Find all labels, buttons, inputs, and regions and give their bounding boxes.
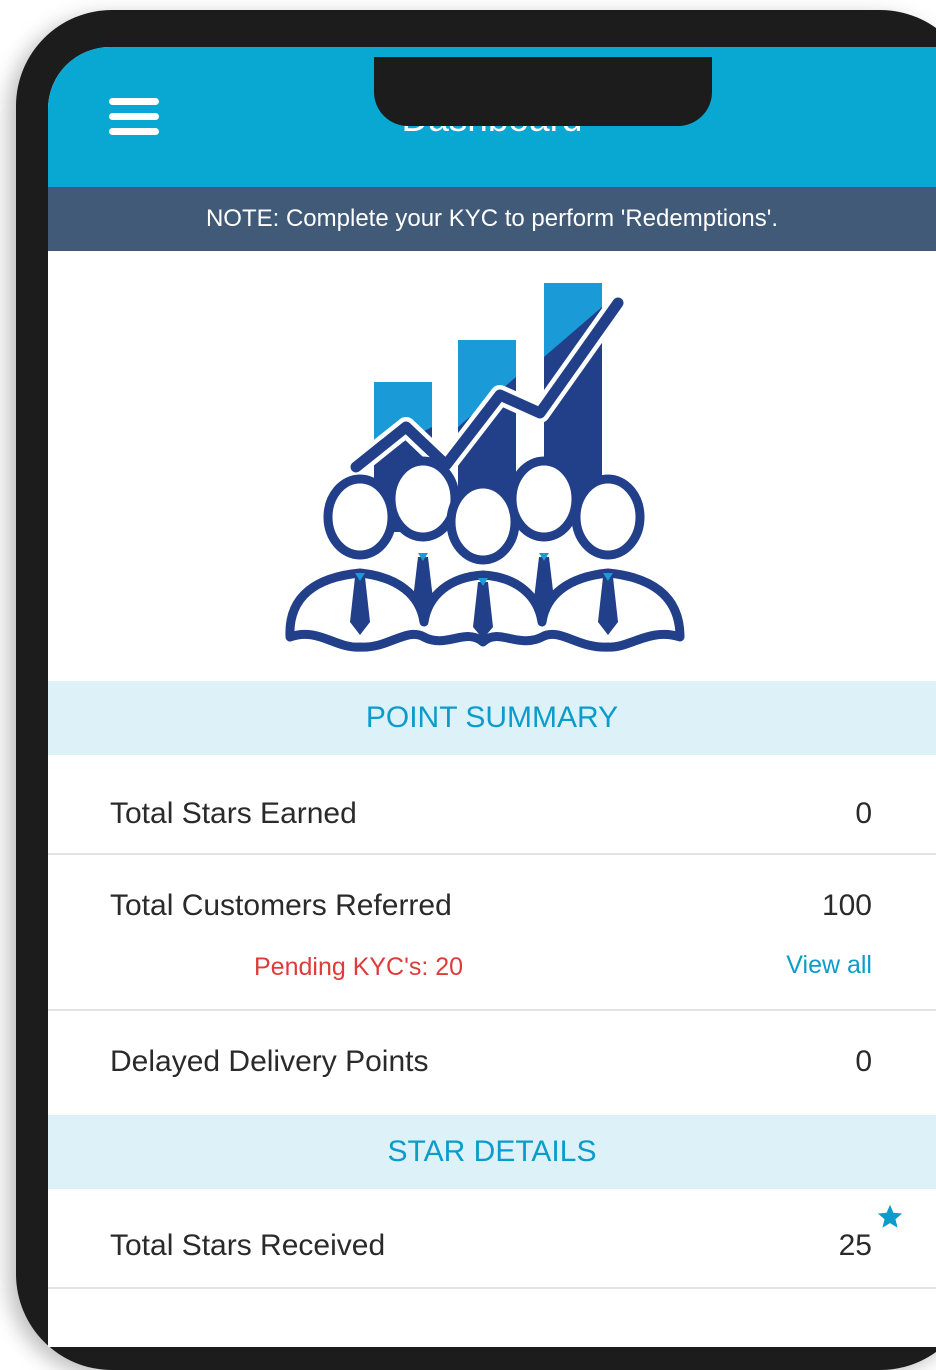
delayed-delivery-points-value: 0 — [855, 1045, 872, 1078]
total-stars-received-label: Total Stars Received — [110, 1229, 386, 1262]
total-customers-referred-label: Total Customers Referred — [110, 889, 452, 922]
total-stars-received-value: 25 — [838, 1229, 872, 1262]
view-all-link[interactable]: View all — [786, 951, 872, 980]
pending-kyc-text: Pending KYC's: 20 — [254, 953, 464, 981]
business-growth-team-icon — [285, 283, 685, 652]
total-stars-earned-value: 0 — [855, 797, 872, 830]
delayed-delivery-points-row: Delayed Delivery Points 0 — [48, 1011, 936, 1115]
point-summary-header: POINT SUMMARY — [48, 681, 936, 755]
total-stars-received-row: Total Stars Received 25 — [48, 1189, 936, 1289]
star-details-header: STAR DETAILS — [48, 1115, 936, 1189]
total-stars-earned-row: Total Stars Earned 0 — [48, 755, 936, 855]
star-icon — [877, 1204, 903, 1228]
total-customers-referred-row: Total Customers Referred 100 Pending KYC… — [48, 855, 936, 1011]
app-screen: Dashboard NOTE: Complete your KYC to per… — [48, 47, 936, 1347]
phone-notch — [374, 57, 712, 126]
kyc-note-banner: NOTE: Complete your KYC to perform 'Rede… — [48, 187, 936, 251]
total-stars-earned-label: Total Stars Earned — [110, 797, 357, 830]
delayed-delivery-points-label: Delayed Delivery Points — [110, 1045, 429, 1078]
total-customers-referred-value: 100 — [821, 889, 872, 922]
